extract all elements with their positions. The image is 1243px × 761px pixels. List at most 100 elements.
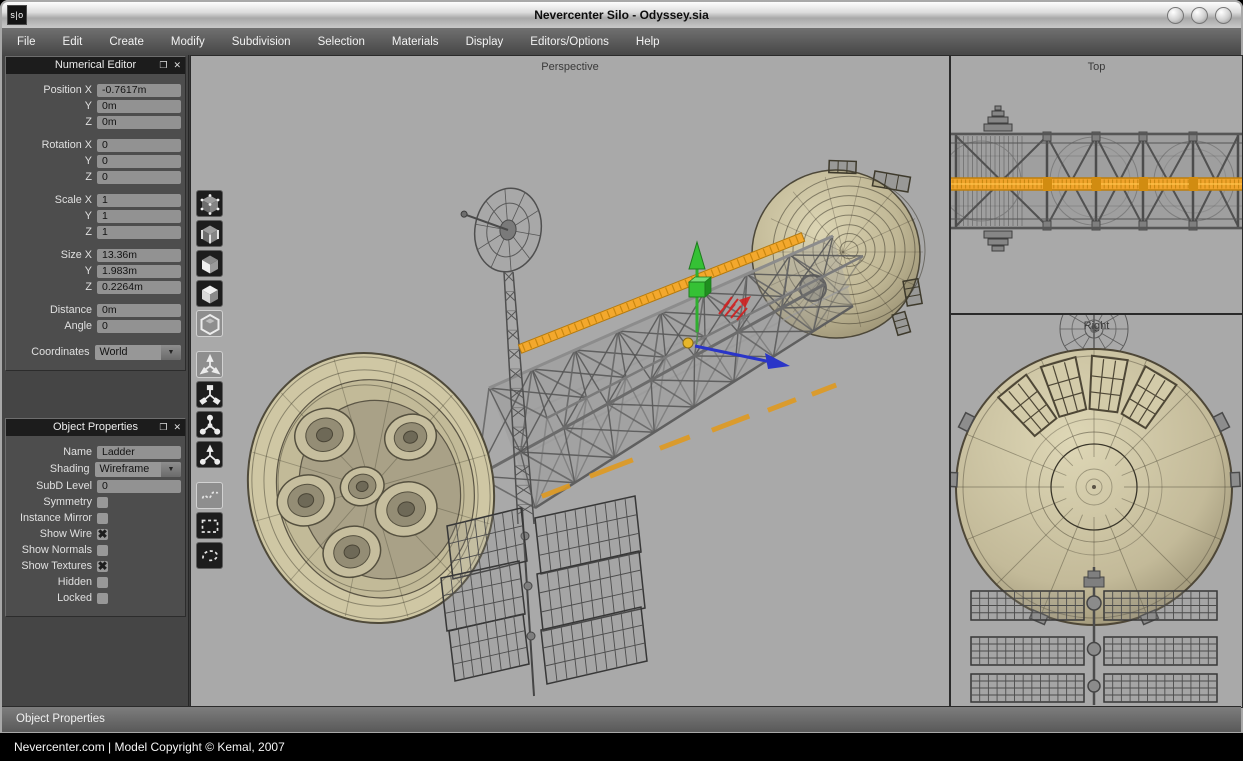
field-input-z[interactable]: 0m: [97, 116, 181, 129]
checkbox-symmetry[interactable]: [97, 497, 108, 508]
checkbox-instance-mirror[interactable]: [97, 513, 108, 524]
checkbox-show-normals[interactable]: [97, 545, 108, 556]
viewport-right[interactable]: Right: [950, 314, 1243, 708]
field-input-z[interactable]: 0.2264m: [97, 281, 181, 294]
field-input-y[interactable]: 1.983m: [97, 265, 181, 278]
field-input-rotation-x[interactable]: 0: [97, 139, 181, 152]
field-label-y: Y: [8, 265, 97, 277]
window-button-close[interactable]: [1215, 7, 1232, 24]
3d-scene-perspective: [191, 56, 949, 707]
move-tool-button[interactable]: [196, 351, 223, 378]
edge-mode-icon: [199, 223, 221, 245]
3d-scene-right: [951, 315, 1242, 707]
field-label-z: Z: [8, 281, 97, 293]
marquee-select-icon: [199, 515, 221, 537]
rotate-tool-button[interactable]: [196, 381, 223, 408]
name-field[interactable]: Ladder: [97, 446, 181, 459]
field-input-size-x[interactable]: 13.36m: [97, 249, 181, 262]
field-label-distance: Distance: [8, 304, 97, 316]
field-input-position-x[interactable]: -0.7617m: [97, 84, 181, 97]
face-mode-button[interactable]: [196, 250, 223, 277]
field-label-z: Z: [8, 116, 97, 128]
field-input-y[interactable]: 1: [97, 210, 181, 223]
name-label: Name: [8, 446, 97, 458]
checkbox-locked[interactable]: [97, 593, 108, 604]
shading-value: Wireframe: [100, 463, 150, 475]
numerical-editor-close-button[interactable]: ✕: [173, 57, 181, 74]
menu-item-display[interactable]: Display: [466, 36, 504, 48]
numerical-editor-title: Numerical Editor: [55, 59, 136, 71]
vertex-mode-icon: [199, 193, 221, 215]
coordinates-row: Coordinates World ▼: [8, 344, 181, 360]
menu-item-subdivision[interactable]: Subdivision: [232, 36, 291, 48]
vertex-mode-button[interactable]: [196, 190, 223, 217]
object-mode-button[interactable]: [196, 310, 223, 337]
field-label-rotation-x: Rotation X: [8, 139, 97, 151]
object-properties-minimize-button[interactable]: ❒: [159, 419, 167, 436]
coordinates-value: World: [100, 346, 128, 358]
scale-tool-button[interactable]: [196, 411, 223, 438]
multi-mode-button[interactable]: [196, 280, 223, 307]
object-mode-icon: [199, 313, 221, 335]
field-label-z: Z: [8, 171, 97, 183]
menu-item-help[interactable]: Help: [636, 36, 660, 48]
checkbox-label-show-textures: Show Textures: [8, 560, 97, 572]
shading-dropdown[interactable]: Wireframe ▼: [95, 462, 182, 477]
subd-level-field[interactable]: 0: [97, 480, 181, 493]
window-button-minimize[interactable]: [1167, 7, 1184, 24]
coordinates-label: Coordinates: [8, 346, 95, 358]
field-input-distance[interactable]: 0m: [97, 304, 181, 317]
move-tool-icon: [199, 354, 221, 376]
menu-item-create[interactable]: Create: [109, 36, 144, 48]
object-properties-close-button[interactable]: ✕: [173, 419, 181, 436]
field-input-z[interactable]: 0: [97, 171, 181, 184]
edge-mode-button[interactable]: [196, 220, 223, 247]
object-properties-titlebar: Object Properties ❒ ✕: [6, 419, 185, 436]
field-label-angle: Angle: [8, 320, 97, 332]
menu-item-file[interactable]: File: [17, 36, 36, 48]
left-panel-column: Numerical Editor ❒ ✕ Position X-0.7617mY…: [2, 55, 189, 706]
title-bar: s|o Nevercenter Silo - Odyssey.sia: [2, 2, 1241, 28]
lasso-select-button[interactable]: [196, 542, 223, 569]
field-label-y: Y: [8, 100, 97, 112]
field-input-z[interactable]: 1: [97, 226, 181, 239]
field-input-y[interactable]: 0m: [97, 100, 181, 113]
3d-scene-top: [951, 56, 1242, 311]
checkbox-label-symmetry: Symmetry: [8, 496, 97, 508]
checkbox-show-textures[interactable]: ✖: [97, 561, 108, 572]
shading-label: Shading: [8, 463, 95, 475]
checkbox-label-show-normals: Show Normals: [8, 544, 97, 556]
field-label-scale-x: Scale X: [8, 194, 97, 206]
checkbox-label-locked: Locked: [8, 592, 97, 604]
field-label-y: Y: [8, 155, 97, 167]
universal-tool-button[interactable]: [196, 441, 223, 468]
field-input-scale-x[interactable]: 1: [97, 194, 181, 207]
numerical-editor-minimize-button[interactable]: ❒: [159, 57, 167, 74]
menu-item-selection[interactable]: Selection: [318, 36, 365, 48]
window-button-maximize[interactable]: [1191, 7, 1208, 24]
checkbox-label-show-wire: Show Wire: [8, 528, 97, 540]
menu-item-editors-options[interactable]: Editors/Options: [530, 36, 609, 48]
tweak-tool-button[interactable]: [196, 482, 223, 509]
chevron-down-icon: ▼: [161, 462, 181, 477]
menu-item-edit[interactable]: Edit: [63, 36, 83, 48]
bottom-info-bar: Nevercenter.com | Model Copyright © Kema…: [0, 733, 1243, 761]
checkbox-show-wire[interactable]: ✖: [97, 529, 108, 540]
menu-item-modify[interactable]: Modify: [171, 36, 205, 48]
numerical-fields: Position X-0.7617mY0mZ0mRotation X0Y0Z0S…: [8, 82, 181, 334]
field-label-position-x: Position X: [8, 84, 97, 96]
field-input-y[interactable]: 0: [97, 155, 181, 168]
viewport-top[interactable]: Top: [950, 55, 1243, 314]
field-input-angle[interactable]: 0: [97, 320, 181, 333]
menu-item-materials[interactable]: Materials: [392, 36, 439, 48]
multi-mode-icon: [199, 283, 221, 305]
universal-tool-icon: [199, 444, 221, 466]
marquee-select-button[interactable]: [196, 512, 223, 539]
status-bar: Object Properties: [2, 706, 1241, 732]
window-title: Nevercenter Silo - Odyssey.sia: [2, 8, 1241, 22]
coordinates-dropdown[interactable]: World ▼: [95, 345, 182, 360]
checkbox-hidden[interactable]: [97, 577, 108, 588]
field-label-z: Z: [8, 226, 97, 238]
viewport-perspective[interactable]: Perspective: [190, 55, 950, 708]
checkbox-label-instance-mirror: Instance Mirror: [8, 512, 97, 524]
